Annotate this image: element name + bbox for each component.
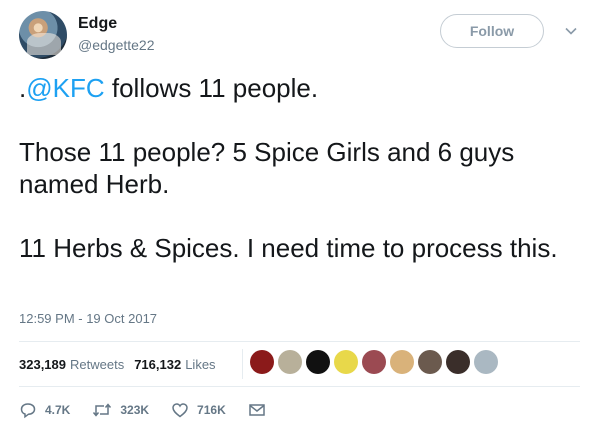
liker-avatar[interactable] bbox=[418, 350, 442, 374]
likes-label: Likes bbox=[185, 356, 216, 372]
user-avatar[interactable] bbox=[19, 11, 67, 59]
liker-avatar[interactable] bbox=[446, 350, 470, 374]
envelope-icon bbox=[248, 404, 265, 416]
liker-avatar[interactable] bbox=[390, 350, 414, 374]
tweet-text: .@KFC follows 11 people. Those 11 people… bbox=[19, 72, 579, 264]
liker-avatar[interactable] bbox=[474, 350, 498, 374]
tweet-header: Edge @edgette22 Follow bbox=[19, 11, 604, 61]
retweet-count: 323K bbox=[120, 403, 150, 417]
tweet-line1: follows 11 people. bbox=[104, 73, 319, 103]
retweets-label: Retweets bbox=[70, 356, 125, 372]
heart-icon bbox=[172, 403, 188, 418]
follow-button[interactable]: Follow bbox=[440, 14, 544, 48]
liker-avatar[interactable] bbox=[278, 350, 302, 374]
reply-button[interactable]: 4.7K bbox=[19, 401, 70, 419]
liker-avatars bbox=[250, 350, 502, 374]
like-button[interactable]: 716K bbox=[171, 401, 226, 419]
mention-link[interactable]: @KFC bbox=[26, 73, 104, 103]
retweet-button[interactable]: 323K bbox=[92, 401, 149, 419]
tweet-paragraph: .@KFC follows 11 people. bbox=[19, 72, 579, 104]
user-display-name[interactable]: Edge bbox=[78, 15, 117, 33]
reply-icon bbox=[20, 403, 36, 419]
user-handle[interactable]: @edgette22 bbox=[78, 37, 155, 53]
tweet-timestamp[interactable]: 12:59 PM - 19 Oct 2017 bbox=[19, 311, 157, 326]
likes-stat[interactable]: 716,132 Likes bbox=[134, 357, 215, 372]
retweet-icon bbox=[93, 403, 112, 417]
liker-avatar[interactable] bbox=[362, 350, 386, 374]
liker-avatar[interactable] bbox=[250, 350, 274, 374]
liker-avatar[interactable] bbox=[334, 350, 358, 374]
tweet-paragraph-3: 11 Herbs & Spices. I need time to proces… bbox=[19, 233, 558, 263]
liker-avatar[interactable] bbox=[306, 350, 330, 374]
tweet-actions: 4.7K 323K 716K bbox=[19, 396, 296, 424]
like-count: 716K bbox=[197, 403, 226, 417]
chevron-down-icon[interactable] bbox=[564, 24, 578, 38]
retweets-count: 323,189 bbox=[19, 356, 66, 372]
reply-count: 4.7K bbox=[45, 403, 71, 417]
direct-message-button[interactable] bbox=[248, 401, 274, 419]
divider bbox=[19, 386, 580, 387]
tweet-stats: 323,189 Retweets 716,132 Likes bbox=[19, 342, 226, 386]
retweets-stat[interactable]: 323,189 Retweets bbox=[19, 357, 124, 372]
tweet-paragraph-2: Those 11 people? 5 Spice Girls and 6 guy… bbox=[19, 137, 515, 199]
likes-count: 716,132 bbox=[134, 356, 182, 372]
stats-separator bbox=[242, 349, 243, 379]
